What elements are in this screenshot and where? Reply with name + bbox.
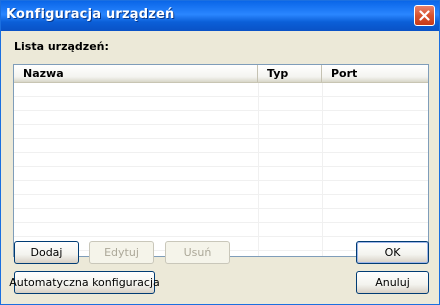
remove-button[interactable]: Usuń <box>165 241 230 264</box>
close-icon <box>419 10 430 21</box>
auto-config-button[interactable]: Automatyczna konfiguracja <box>9 271 160 294</box>
list-row <box>14 83 428 97</box>
grid-line <box>258 83 259 256</box>
device-list-label: Lista urządzeń: <box>14 40 109 53</box>
dialog-window: Konfiguracja urządzeń Lista urządzeń: Na… <box>0 0 440 305</box>
list-row <box>14 111 428 125</box>
list-row <box>14 139 428 153</box>
grid-line <box>322 83 323 256</box>
list-row <box>14 223 428 237</box>
device-list-header: Nazwa Typ Port <box>14 65 428 83</box>
cancel-button[interactable]: Anuluj <box>356 271 429 294</box>
edit-button[interactable]: Edytuj <box>89 241 154 264</box>
list-row <box>14 195 428 209</box>
window-title: Konfiguracja urządzeń <box>6 7 175 22</box>
list-row <box>14 153 428 167</box>
list-row <box>14 97 428 111</box>
dialog-client-area: Lista urządzeń: Nazwa Typ Port Dodaj Edy… <box>4 31 436 302</box>
list-row <box>14 125 428 139</box>
column-header-port[interactable]: Port <box>322 65 428 82</box>
title-bar[interactable]: Konfiguracja urządzeń <box>1 1 439 31</box>
column-header-name[interactable]: Nazwa <box>14 65 258 82</box>
list-row <box>14 181 428 195</box>
list-row <box>14 167 428 181</box>
device-list-body[interactable] <box>14 83 428 256</box>
close-button[interactable] <box>414 5 435 26</box>
device-list[interactable]: Nazwa Typ Port <box>13 64 429 257</box>
ok-button[interactable]: OK <box>356 241 429 264</box>
column-header-type[interactable]: Typ <box>258 65 322 82</box>
list-row <box>14 209 428 223</box>
add-button[interactable]: Dodaj <box>14 241 79 264</box>
